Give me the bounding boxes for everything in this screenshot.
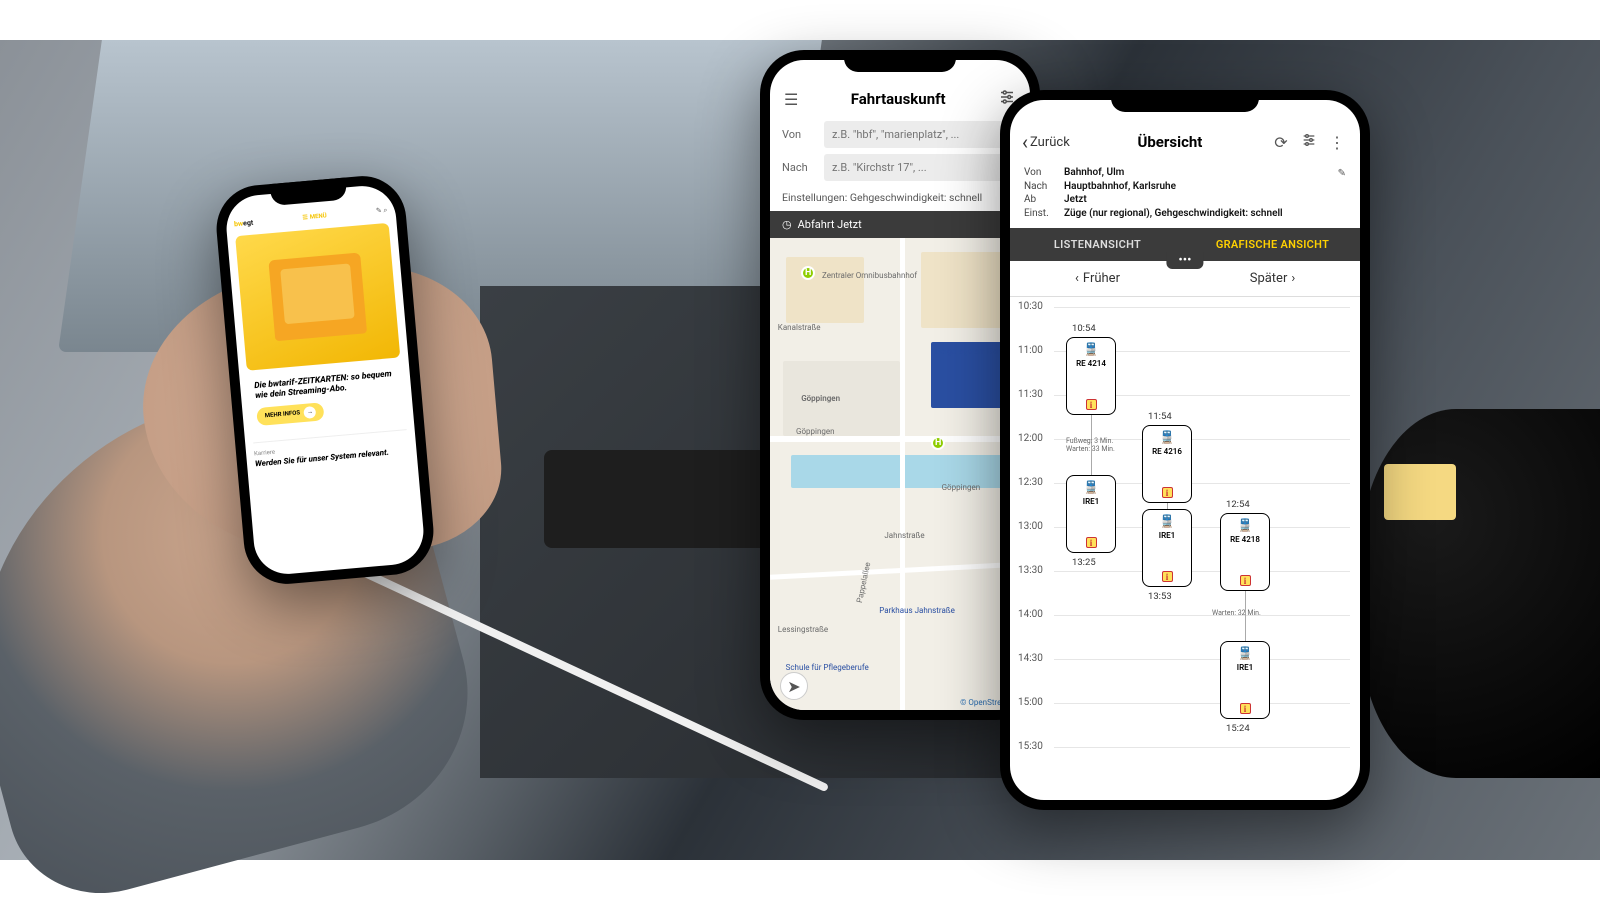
timeline-grid[interactable]: 10:30 11:00 11:30 12:00 12:30 13:00 13:3… — [1010, 297, 1360, 767]
earlier-button[interactable]: ‹Früher — [1010, 261, 1185, 296]
map-label: Parkhaus Jahnstraße — [879, 606, 955, 615]
departure-bar[interactable]: ◷ Abfahrt Jetzt — [770, 211, 1030, 238]
brand-logo: bwegt — [234, 218, 254, 228]
menu-button[interactable]: MENÜ — [302, 212, 327, 221]
info-icon[interactable]: i — [1086, 399, 1097, 410]
phone-journey-search: ☰ Fahrtauskunft Von Nach Einstellungen: … — [760, 50, 1040, 720]
hero-image — [235, 223, 400, 371]
from-label: Von — [782, 128, 816, 141]
settings-summary: Einstellungen: Gehgeschwindigkeit: schne… — [770, 184, 1030, 211]
map-label: Lessingstraße — [778, 625, 828, 634]
screen-title: Fahrtauskunft — [851, 90, 946, 108]
to-input[interactable] — [824, 154, 1018, 181]
time-axis-label: 15:00 — [1018, 697, 1043, 708]
trip-card[interactable]: 🚆IRE1i — [1220, 641, 1270, 719]
train-icon: 🚆 — [1084, 342, 1099, 356]
trip-note: Warten: 32 Min. — [1212, 609, 1261, 617]
section-title: Werden Sie für unser System relevant. — [255, 446, 409, 469]
info-icon[interactable]: i — [1240, 703, 1251, 714]
info-icon[interactable]: i — [1086, 537, 1097, 548]
trip-time: 10:54 — [1072, 323, 1096, 334]
trip-time: 12:54 — [1226, 499, 1250, 510]
trip-time: 11:54 — [1148, 411, 1172, 422]
time-axis-label: 14:30 — [1018, 653, 1043, 664]
map-label: Schule für Pflegeberufe — [786, 663, 869, 672]
tab-graphic-view[interactable]: GRAFISCHE ANSICHT — [1185, 228, 1360, 261]
time-axis-label: 12:00 — [1018, 433, 1043, 444]
info-icon[interactable]: i — [1240, 575, 1251, 586]
map-label: Göppingen — [801, 394, 840, 403]
map-label: Zentraler Omnibusbahnhof — [822, 271, 917, 280]
time-axis-label: 11:30 — [1018, 389, 1043, 400]
screen-title: Übersicht — [1076, 133, 1264, 151]
trip-card[interactable]: 🚆RE 4216i — [1142, 425, 1192, 503]
map-label: Jahnstraße — [884, 531, 924, 540]
from-input[interactable] — [824, 121, 1018, 148]
trip-card[interactable]: 🚆RE 4218i — [1220, 513, 1270, 591]
filter-icon[interactable] — [1298, 132, 1320, 152]
trip-time: 15:24 — [1226, 723, 1250, 734]
trip-card[interactable]: 🚆RE 4214i — [1066, 337, 1116, 415]
tab-list-view[interactable]: LISTENANSICHT — [1010, 228, 1185, 261]
map-label: Göppingen — [796, 427, 835, 436]
more-info-button[interactable]: MEHR INFOS — [256, 402, 325, 426]
map-label: Kanalstraße — [778, 323, 821, 332]
time-axis-label: 15:30 — [1018, 741, 1043, 752]
time-axis-label: 13:00 — [1018, 521, 1043, 532]
time-axis-label: 12:30 — [1018, 477, 1043, 488]
info-icon[interactable]: i — [1162, 571, 1173, 582]
info-icon[interactable]: i — [1162, 487, 1173, 498]
header-icons[interactable]: ✎ ⌕ — [376, 206, 388, 216]
train-icon: 🚆 — [1238, 646, 1253, 660]
map-label: Göppingen — [942, 483, 981, 492]
to-label: Nach — [782, 161, 816, 174]
train-icon: 🚆 — [1160, 514, 1175, 528]
time-axis-label: 11:00 — [1018, 345, 1043, 356]
expand-dots[interactable]: ••• — [1166, 252, 1203, 269]
trip-card[interactable]: 🚆IRE1i — [1142, 509, 1192, 587]
trip-card[interactable]: 🚆IRE1i — [1066, 475, 1116, 553]
edit-icon[interactable]: ✎ — [1338, 168, 1346, 179]
time-axis-label: 14:00 — [1018, 609, 1043, 620]
clock-icon: ◷ — [782, 218, 792, 231]
map-view[interactable]: H H Zentraler Omnibusbahnhof Kanalstraße… — [770, 238, 1030, 710]
bus-stop-icon[interactable]: H — [931, 436, 945, 450]
later-button[interactable]: Später› — [1185, 261, 1360, 296]
phone-overview: Zurück Übersicht ⟳ ⋮ ✎ VonBahnhof, Ulm N… — [1000, 90, 1370, 810]
refresh-icon[interactable]: ⟳ — [1270, 133, 1292, 152]
trip-note: Fußweg: 3 Min. Warten: 33 Min. — [1066, 437, 1115, 453]
hamburger-icon[interactable]: ☰ — [784, 90, 798, 109]
time-axis-label: 13:30 — [1018, 565, 1043, 576]
hero-title: Die bwtarif-ZEITKARTEN: so bequem wie de… — [254, 370, 397, 402]
locate-button[interactable]: ➤ — [780, 672, 808, 700]
phone-hand: bwegt MENÜ ✎ ⌕ Die bwtarif-ZEITKARTEN: s… — [213, 172, 437, 587]
time-axis-label: 10:30 — [1018, 301, 1043, 312]
trip-time: 13:25 — [1072, 557, 1096, 568]
journey-meta: ✎ VonBahnhof, Ulm NachHauptbahnhof, Karl… — [1010, 162, 1360, 228]
section-label: Karriere — [254, 448, 275, 457]
train-icon: 🚆 — [1238, 518, 1253, 532]
trip-time: 13:53 — [1148, 591, 1172, 602]
more-icon[interactable]: ⋮ — [1326, 133, 1348, 152]
train-icon: 🚆 — [1084, 480, 1099, 494]
train-icon: 🚆 — [1160, 430, 1175, 444]
back-button[interactable]: Zurück — [1022, 130, 1070, 154]
map-label: Pappelallee — [855, 561, 872, 603]
